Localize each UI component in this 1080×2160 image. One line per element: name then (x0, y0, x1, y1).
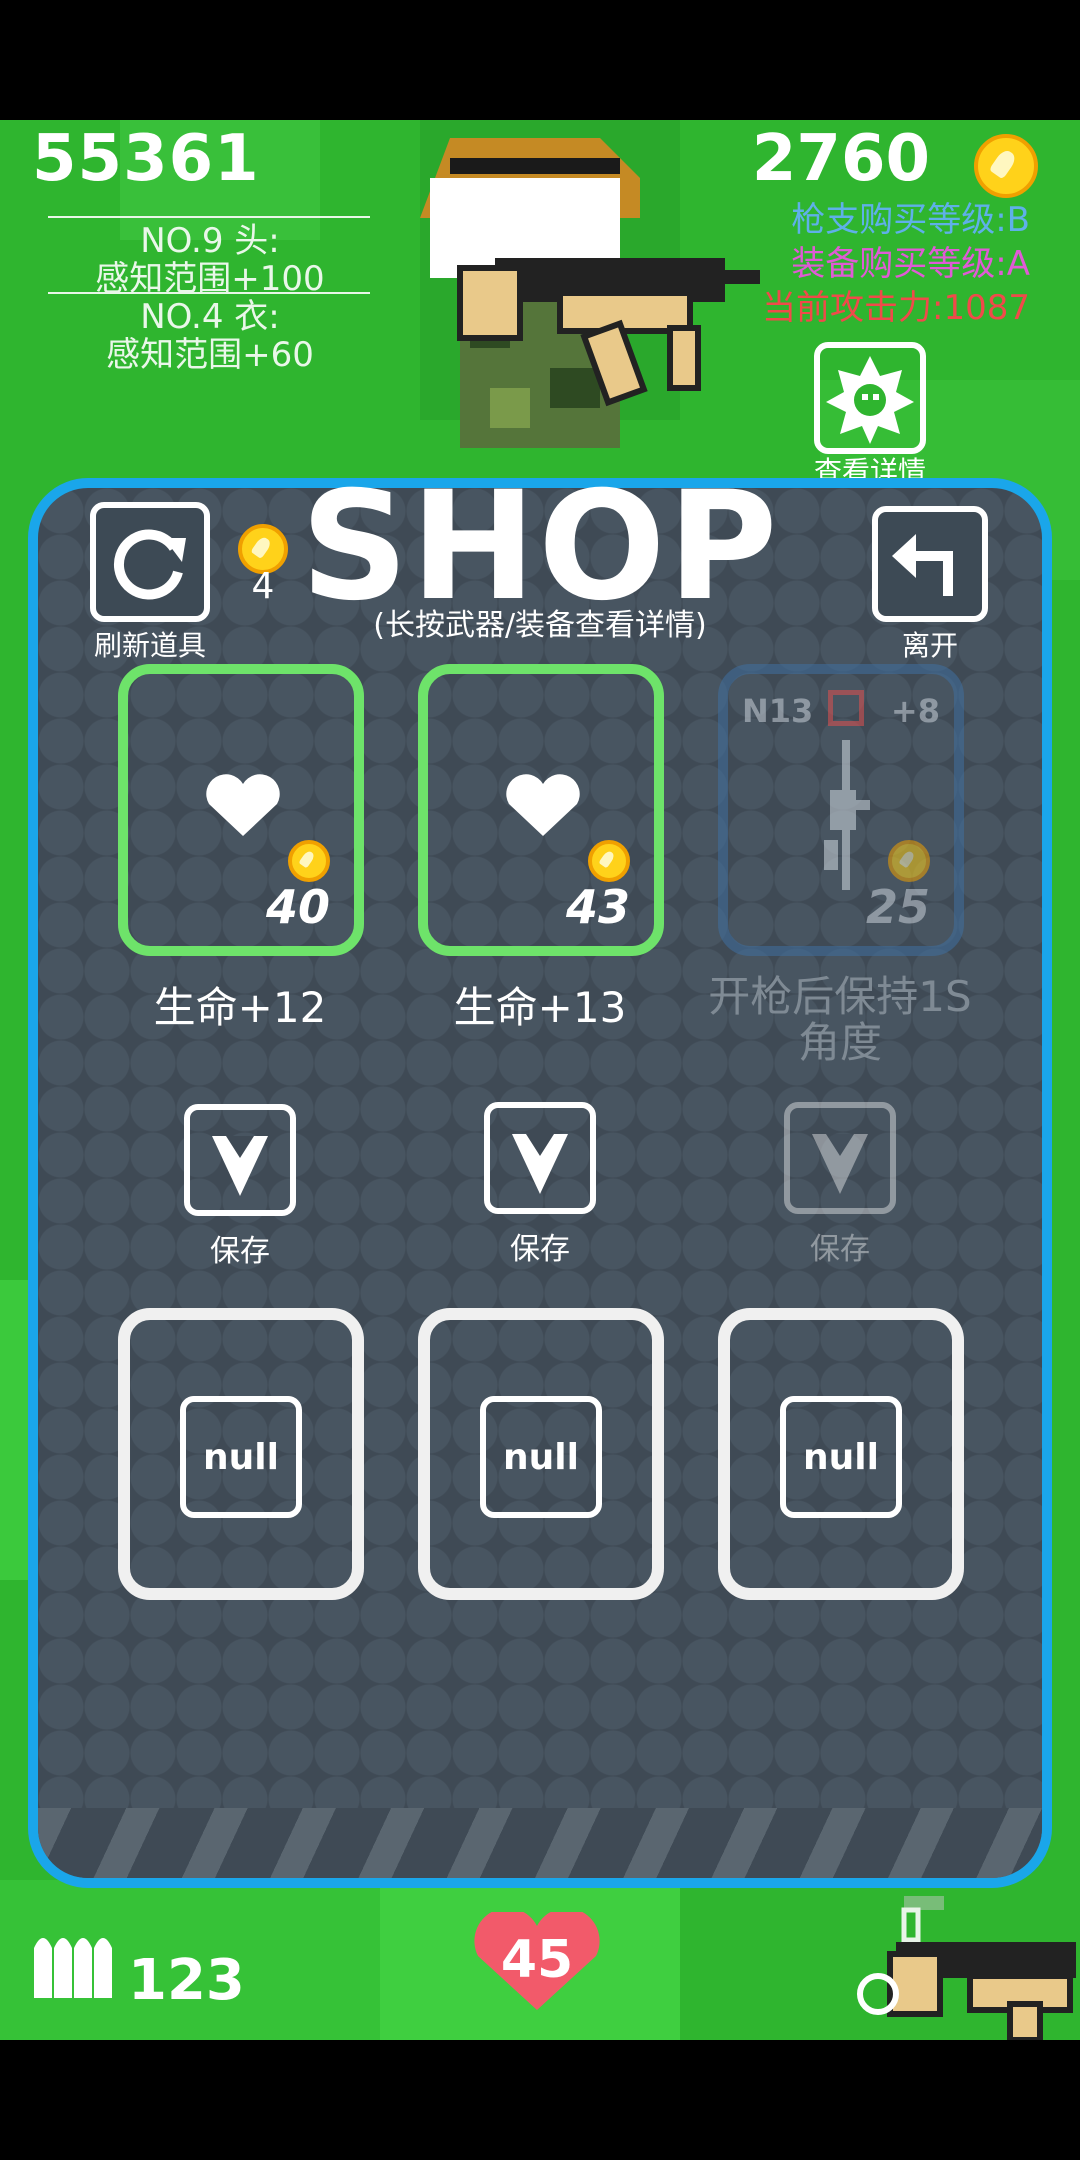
coin-icon (588, 840, 630, 882)
save-label: 保存 (810, 1232, 870, 1267)
ammo-count: 123 (128, 1948, 245, 2013)
item-bonus: +8 (890, 692, 940, 730)
divider (48, 216, 370, 218)
coin-icon (974, 134, 1038, 198)
refresh-icon (113, 529, 186, 600)
item-name: 开枪后保持1S角度 (708, 972, 972, 1067)
shop-item-card-disabled[interactable]: N13 +8 25 (718, 664, 964, 956)
hat-band (450, 158, 620, 174)
item-name: 生命+13 (453, 983, 627, 1032)
equip-body-slot: NO.4 衣: (140, 297, 280, 337)
refresh-cost: 4 (251, 566, 275, 607)
score: 55361 (32, 122, 260, 196)
back-arrow-icon (892, 534, 953, 596)
equip-body-info: NO.4 衣: 感知范围+60 (45, 298, 375, 374)
equip-head-info: NO.9 头: 感知范围+100 (45, 222, 375, 298)
gun-purchase-level: 枪支购买等级:B (791, 200, 1030, 240)
refresh-button[interactable] (90, 502, 210, 622)
save-button[interactable] (484, 1102, 596, 1214)
coin-icon (888, 840, 930, 882)
save-button-disabled[interactable] (784, 1102, 896, 1214)
equip-body-effect: 感知范围+60 (106, 335, 314, 375)
heart-icon (506, 774, 580, 836)
inventory-slot[interactable]: null (118, 1308, 364, 1600)
down-arrow-icon (812, 1134, 868, 1194)
shop-item-card[interactable]: 43 (418, 664, 664, 956)
skull-badge-icon (826, 356, 914, 444)
divider (48, 292, 370, 294)
slot-content: null (780, 1396, 902, 1518)
ammo-icon (34, 1938, 112, 1998)
health-value: 45 (500, 1930, 574, 1990)
save-button[interactable] (184, 1104, 296, 1216)
equip-head-slot: NO.9 头: (140, 221, 280, 261)
attack-power: 当前攻击力:1087 (762, 288, 1030, 328)
panel-stripes (38, 1808, 1042, 1878)
item-code: N13 (742, 692, 814, 730)
slot-content: null (180, 1396, 302, 1518)
equip-purchase-level: 装备购买等级:A (791, 244, 1030, 284)
item-price: 43 (565, 880, 630, 934)
view-details-button[interactable] (814, 342, 926, 454)
item-price: 25 (865, 880, 930, 934)
refresh-label: 刷新道具 (93, 629, 206, 662)
weapon-display[interactable] (850, 1884, 1080, 2040)
coin-icon (288, 840, 330, 882)
coin-count: 2760 (751, 122, 930, 196)
save-label: 保存 (210, 1234, 270, 1269)
rarity-icon (828, 690, 864, 726)
item-price: 40 (265, 880, 330, 934)
player-character (420, 138, 760, 448)
exit-button[interactable] (872, 506, 988, 622)
bottom-black-bar (0, 2040, 1080, 2160)
inventory-slot[interactable]: null (418, 1308, 664, 1600)
heart-icon (206, 774, 280, 836)
top-black-bar (0, 0, 1080, 120)
save-label: 保存 (510, 1232, 570, 1267)
shop-item-card[interactable]: 40 (118, 664, 364, 956)
inventory-slot[interactable]: null (718, 1308, 964, 1600)
down-arrow-icon (212, 1136, 268, 1196)
rifle-icon (824, 740, 870, 890)
exit-label: 离开 (901, 629, 958, 662)
item-name: 生命+12 (153, 983, 327, 1032)
down-arrow-icon (512, 1134, 568, 1194)
slot-content: null (480, 1396, 602, 1518)
